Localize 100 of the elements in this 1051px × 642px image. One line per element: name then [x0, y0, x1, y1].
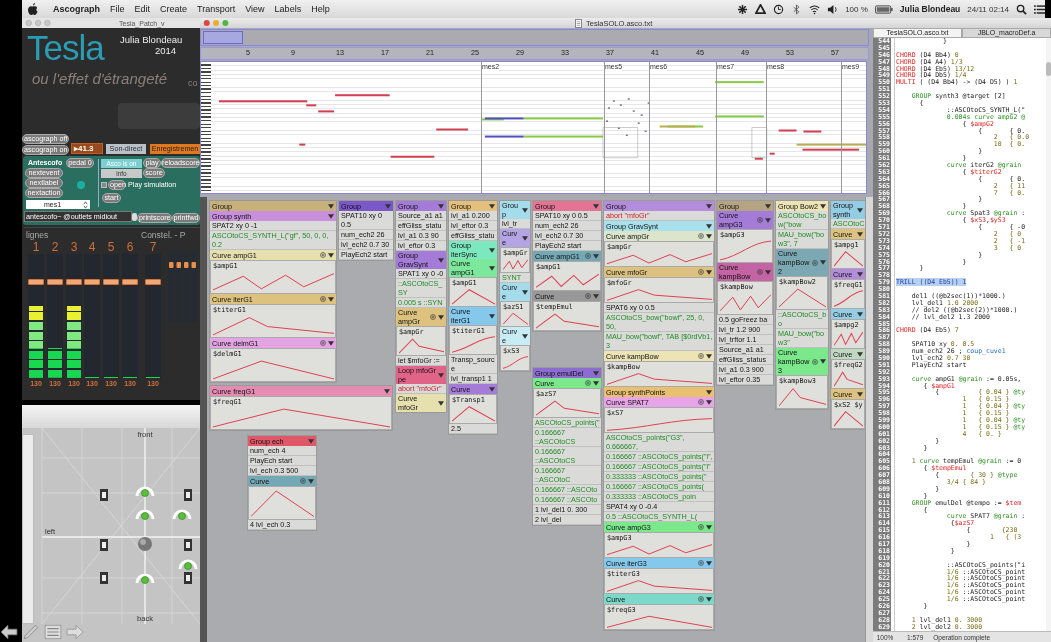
caret-icon[interactable] [706, 596, 712, 602]
curve-line [720, 292, 771, 313]
caret-icon[interactable] [857, 391, 863, 397]
menu-item[interactable]: Transport [197, 4, 236, 14]
apple-logo-icon[interactable] [28, 3, 38, 15]
list-icon[interactable] [1034, 3, 1045, 15]
speaker-icon[interactable] [184, 489, 192, 501]
fader-handle[interactable] [28, 278, 44, 285]
menu-item[interactable]: File [110, 4, 125, 14]
caret-icon[interactable] [489, 203, 495, 209]
caret-icon[interactable] [857, 311, 863, 317]
speaker-icon[interactable] [100, 539, 108, 551]
caret-icon[interactable] [857, 231, 863, 237]
caret-icon[interactable] [438, 400, 444, 406]
sound-source-icon[interactable] [135, 509, 155, 520]
channel-number: 3 [70, 240, 78, 254]
caret-icon[interactable] [489, 265, 495, 271]
wifi-icon[interactable] [809, 3, 821, 15]
battery-icon[interactable] [874, 3, 893, 15]
caret-icon[interactable] [706, 560, 712, 566]
checkbox[interactable] [101, 182, 107, 188]
sound-source-icon[interactable] [172, 509, 192, 520]
fader-handle[interactable] [66, 278, 82, 285]
caret-icon[interactable] [857, 271, 863, 277]
speaker-icon[interactable] [100, 572, 108, 584]
add-icon[interactable] [698, 233, 704, 239]
caret-icon[interactable] [857, 351, 863, 357]
curve-line [779, 287, 826, 308]
scroll-bar[interactable] [865, 197, 873, 642]
curve-line [536, 272, 599, 289]
caret-icon[interactable] [328, 296, 334, 302]
caret-icon[interactable] [438, 314, 444, 320]
group-node[interactable] [603, 200, 715, 631]
caret-icon[interactable] [593, 293, 599, 299]
caret-icon[interactable] [820, 203, 826, 209]
caret-icon[interactable] [522, 333, 528, 339]
caret-icon[interactable] [328, 252, 334, 258]
caret-icon[interactable] [522, 235, 528, 241]
cut-text: co [188, 78, 198, 88]
toggle-box[interactable] [132, 213, 137, 221]
sound-source-icon[interactable] [135, 486, 155, 497]
caret-icon[interactable] [820, 359, 826, 364]
caret-icon[interactable] [857, 207, 863, 213]
curve-line [834, 290, 863, 307]
curve-line [399, 337, 444, 354]
author-name: Julia Blondeau [120, 34, 183, 45]
fader-handle[interactable] [103, 278, 119, 285]
curve-line [251, 488, 314, 518]
back-arrow-icon[interactable] [0, 624, 18, 640]
search-icon[interactable] [1016, 3, 1027, 15]
add-icon[interactable] [698, 353, 704, 359]
caret-icon[interactable] [522, 207, 528, 213]
caret-icon[interactable] [384, 388, 390, 394]
number-box[interactable]: ▸41.3 [71, 143, 103, 154]
menu-item[interactable]: Edit [134, 4, 151, 14]
caret-icon[interactable] [706, 524, 712, 530]
volume-icon[interactable] [827, 3, 839, 15]
curve-line [503, 258, 528, 271]
fader-handle[interactable] [84, 278, 100, 285]
speaker-icon[interactable] [184, 539, 192, 551]
caret-icon[interactable] [820, 260, 826, 265]
caret-icon[interactable] [489, 247, 495, 253]
fader-handle[interactable] [122, 278, 138, 285]
caret-icon[interactable] [706, 203, 712, 209]
listener-sphere-icon[interactable] [138, 537, 152, 551]
caret-icon[interactable] [765, 203, 771, 209]
channel-number: 5 [107, 240, 115, 254]
add-icon[interactable] [698, 596, 704, 602]
fader-handle[interactable] [47, 278, 63, 285]
add-icon[interactable] [585, 380, 591, 386]
menu-bar-clock[interactable]: 24/11 02:14 [967, 4, 1009, 14]
year-label: 2014 [155, 45, 177, 56]
caret-icon[interactable] [706, 353, 712, 359]
add-icon[interactable] [698, 524, 704, 530]
caret-icon[interactable] [489, 313, 495, 319]
fader-handle[interactable] [145, 278, 161, 285]
asterisk-icon[interactable] [737, 3, 749, 15]
curve-line [834, 250, 863, 267]
caret-icon[interactable] [522, 289, 528, 295]
caret-icon[interactable] [328, 340, 334, 346]
menu-item[interactable]: View [245, 4, 265, 14]
window-controls-icon[interactable] [203, 19, 231, 27]
menu-item[interactable]: Help [311, 4, 330, 14]
stepper-arrows-icon [83, 200, 88, 209]
speaker-icon[interactable] [100, 489, 108, 501]
speaker-icon[interactable] [184, 572, 192, 584]
menu-item[interactable]: Create [160, 4, 188, 14]
add-icon[interactable] [320, 252, 326, 258]
menu-item[interactable]: Labels [274, 4, 302, 14]
app-menu[interactable]: Ascograph [53, 4, 100, 14]
user-name[interactable]: Julia Blondeau [899, 4, 961, 14]
section-title: Constel. - P [141, 230, 186, 240]
clock-icon[interactable] [773, 3, 785, 15]
caret-icon[interactable] [593, 203, 599, 209]
scroll-bar[interactable] [1046, 38, 1051, 631]
caret-icon[interactable] [593, 253, 599, 259]
caret-icon[interactable] [706, 269, 712, 275]
sound-source-icon[interactable] [135, 573, 155, 584]
caret-icon[interactable] [308, 478, 314, 484]
triangle-icon[interactable] [755, 3, 767, 15]
